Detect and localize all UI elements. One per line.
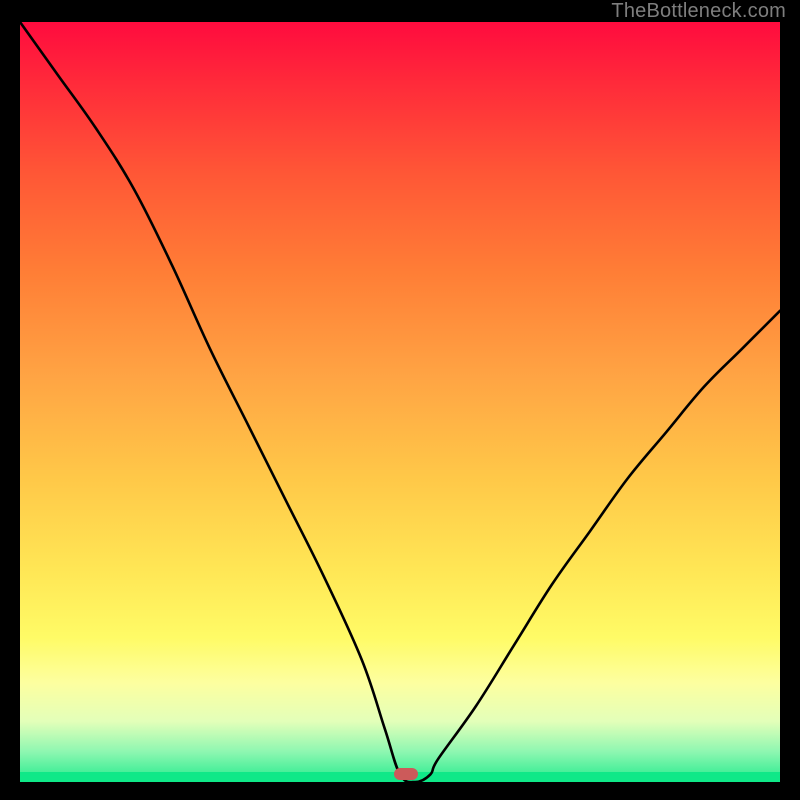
watermark-text: TheBottleneck.com <box>611 0 786 23</box>
optimal-point-marker <box>394 768 418 780</box>
bottleneck-curve <box>20 22 780 782</box>
plot-area <box>20 22 780 782</box>
chart-stage: TheBottleneck.com <box>0 0 800 800</box>
